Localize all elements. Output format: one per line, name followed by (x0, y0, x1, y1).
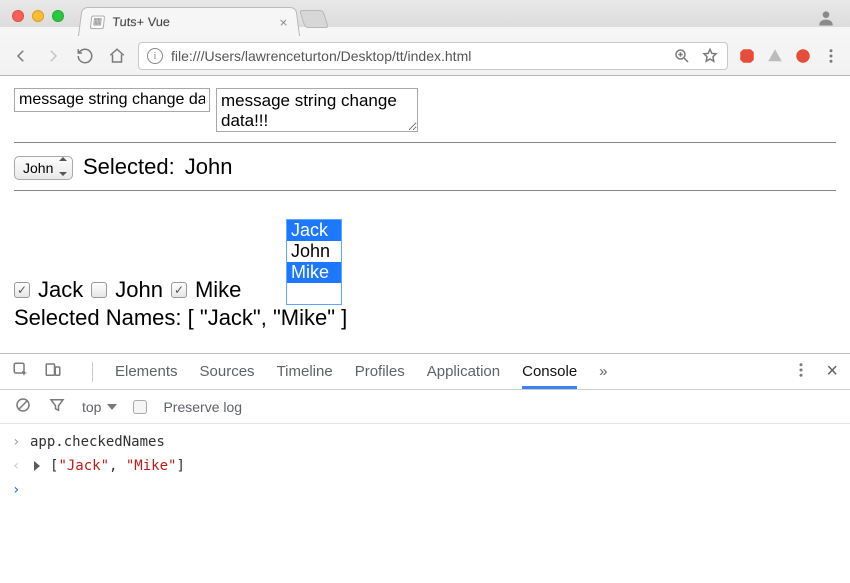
back-button[interactable] (10, 45, 32, 67)
url-text: file:///Users/lawrenceturton/Desktop/tt/… (171, 48, 673, 64)
name-multiselect[interactable]: Jack John Mike (286, 219, 342, 305)
extension-icon[interactable] (766, 47, 784, 65)
divider (92, 362, 93, 382)
devtools-tab-application[interactable]: Application (427, 363, 500, 380)
multiselect-option[interactable]: John (287, 241, 341, 262)
reload-button[interactable] (74, 45, 96, 67)
site-info-icon[interactable]: i (147, 48, 163, 64)
selected-names-label: Selected Names: (14, 305, 182, 330)
context-selector[interactable]: top (82, 399, 117, 415)
browser-tab[interactable]: ▦ Tuts+ Vue × (78, 7, 300, 36)
forward-button[interactable] (42, 45, 64, 67)
input-chevron-icon: › (12, 430, 22, 454)
window-traffic-lights (12, 10, 64, 22)
address-bar[interactable]: i file:///Users/lawrenceturton/Desktop/t… (138, 42, 728, 70)
window-close-button[interactable] (12, 10, 24, 22)
message-textarea[interactable]: message string change data!!! (216, 88, 418, 132)
expand-triangle-icon[interactable] (34, 461, 40, 471)
devtools-tab-timeline[interactable]: Timeline (277, 363, 333, 380)
selected-names-value: [ "Jack", "Mike" ] (188, 305, 348, 330)
home-button[interactable] (106, 45, 128, 67)
extension-adblock-icon[interactable] (738, 47, 756, 65)
preserve-log-checkbox[interactable] (133, 400, 147, 414)
console-toolbar: top Preserve log (0, 390, 850, 424)
devtools-menu-icon[interactable] (792, 361, 810, 383)
chevron-down-icon (107, 404, 117, 410)
context-label: top (82, 399, 101, 415)
name-select[interactable]: John (14, 156, 73, 180)
new-tab-button[interactable] (299, 10, 329, 28)
devtools-tab-sources[interactable]: Sources (200, 363, 255, 380)
inspect-element-icon[interactable] (12, 361, 30, 383)
devtools-tab-profiles[interactable]: Profiles (355, 363, 405, 380)
zoom-icon[interactable] (673, 47, 691, 65)
multiselect-padding (287, 283, 341, 304)
checkbox-mike[interactable]: ✓ (171, 282, 187, 298)
device-toolbar-icon[interactable] (44, 361, 62, 383)
devtools-tabs-overflow[interactable]: » (599, 363, 607, 380)
browser-toolbar: i file:///Users/lawrenceturton/Desktop/t… (0, 36, 850, 76)
tab-close-icon[interactable]: × (278, 14, 288, 29)
console-output: › app.checkedNames ‹ ["Jack", "Mike"] › (0, 424, 850, 508)
preserve-log-label: Preserve log (163, 399, 242, 415)
selected-value: John (185, 154, 233, 180)
multiselect-option[interactable]: Jack (287, 220, 341, 241)
devtools-tab-console[interactable]: Console (522, 363, 577, 380)
window-minimize-button[interactable] (32, 10, 44, 22)
message-text-input[interactable] (14, 88, 210, 112)
browser-chrome: ▦ Tuts+ Vue × i file:///Users/lawrencetu… (0, 0, 850, 76)
extension-circle-icon[interactable] (794, 47, 812, 65)
devtools-tabbar: Elements Sources Timeline Profiles Appli… (0, 354, 850, 390)
output-chevron-icon: ‹ (12, 454, 22, 478)
devtools: Elements Sources Timeline Profiles Appli… (0, 353, 850, 583)
bookmark-icon[interactable] (701, 47, 719, 65)
selected-label: Selected: (83, 154, 175, 180)
checkbox-john[interactable] (91, 282, 107, 298)
checkbox-label: John (115, 277, 163, 303)
divider (14, 190, 836, 191)
divider (14, 142, 836, 143)
filter-icon[interactable] (48, 396, 66, 417)
browser-menu-button[interactable] (822, 47, 840, 65)
account-icon[interactable] (816, 8, 836, 28)
devtools-close-icon[interactable]: × (826, 360, 838, 383)
clear-console-icon[interactable] (14, 396, 32, 417)
page-content: message string change data!!! John Selec… (0, 76, 850, 339)
checkbox-jack[interactable]: ✓ (14, 282, 30, 298)
devtools-tab-elements[interactable]: Elements (115, 363, 178, 380)
multiselect-option[interactable]: Mike (287, 262, 341, 283)
checkbox-label: Jack (38, 277, 83, 303)
tab-title: Tuts+ Vue (112, 15, 171, 29)
window-zoom-button[interactable] (52, 10, 64, 22)
omnibox-actions (673, 47, 719, 65)
console-input-echo: app.checkedNames (30, 430, 165, 454)
console-array-output: ["Jack", "Mike"] (50, 454, 185, 478)
console-prompt-icon[interactable]: › (12, 478, 22, 502)
tab-favicon-icon: ▦ (90, 15, 105, 29)
name-select-wrap: John (14, 153, 73, 180)
checkbox-label: Mike (195, 277, 241, 303)
